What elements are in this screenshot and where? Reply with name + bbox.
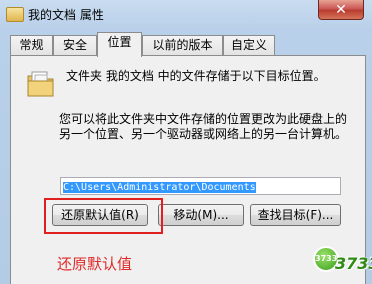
path-input[interactable]: C:\Users\Administrator\Documents — [60, 177, 341, 195]
site-watermark: 3733 3733游戏 — [313, 244, 372, 280]
title-bar[interactable]: 我的文档 属性 ✕ — [0, 0, 372, 30]
restore-default-highlight — [44, 198, 163, 234]
tab-general[interactable]: 常规 — [10, 35, 53, 55]
change-location-description: 您可以将此文件夹中文件存储的位置更改为此硬盘上的另一个位置、另一个驱动器或网络上… — [59, 112, 348, 141]
documents-folder-icon — [27, 71, 54, 97]
folder-icon — [6, 7, 24, 22]
close-button[interactable]: ✕ — [318, 0, 364, 20]
move-button[interactable]: 移动(M)... — [158, 204, 244, 226]
annotation-caption: 还原默认值 — [57, 255, 133, 273]
properties-window: 我的文档 属性 ✕ 常规 安全 位置 以前的版本 自定义 文件夹 我的文档 中的… — [0, 0, 372, 284]
close-icon: ✕ — [335, 1, 347, 18]
find-target-button[interactable]: 查找目标(F)... — [250, 204, 341, 226]
folder-description: 文件夹 我的文档 中的文件存储于以下目标位置。 — [66, 69, 326, 83]
tab-location[interactable]: 位置 — [97, 32, 142, 57]
tab-security[interactable]: 安全 — [53, 35, 97, 55]
path-value: C:\Users\Administrator\Documents — [63, 182, 256, 193]
tab-previous-versions[interactable]: 以前的版本 — [142, 35, 223, 55]
tab-customize[interactable]: 自定义 — [223, 35, 275, 55]
window-title: 我的文档 属性 — [28, 8, 104, 22]
watermark-text: 3733游戏 — [335, 254, 372, 273]
tab-bar: 常规 安全 位置 以前的版本 自定义 — [10, 32, 365, 57]
